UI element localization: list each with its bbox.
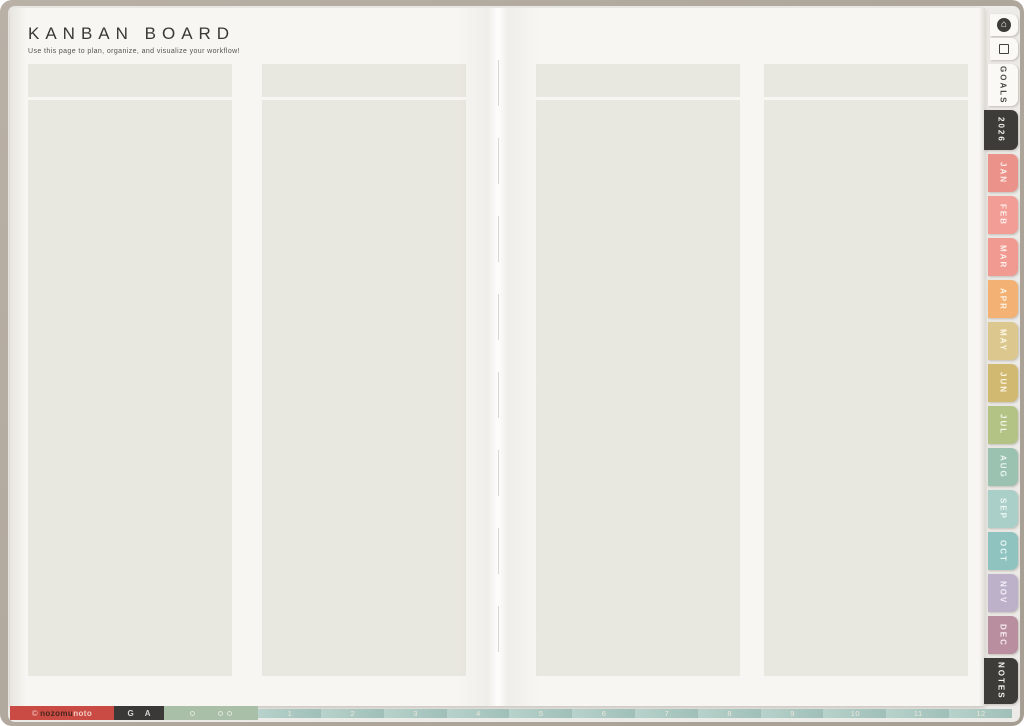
tab-aug[interactable]: AUG xyxy=(988,448,1018,486)
tab-label: NOV xyxy=(998,581,1008,605)
month-number-5[interactable]: 5 xyxy=(509,708,573,718)
tab-goals[interactable]: GOALS xyxy=(988,64,1018,106)
tab-notes[interactable]: NOTES xyxy=(984,658,1018,704)
page-spread: KANBAN BOARD Use this page to plan, orga… xyxy=(10,8,985,706)
kanban-column-3 xyxy=(536,64,740,676)
tab-rail: ⌂ GOALS 2026 JAN FEB MAR APR MAY JUN JUL AUG SEP OC… xyxy=(982,14,1018,708)
kanban-column-4 xyxy=(764,64,968,676)
home-icon: ⌂ xyxy=(997,18,1011,32)
tab-label: DEC xyxy=(998,623,1008,647)
quick-nav-dots xyxy=(164,706,258,720)
quick-nav-letters: GA xyxy=(114,706,164,720)
kanban-column-2-header xyxy=(262,64,466,97)
tab-label: SEP xyxy=(998,497,1008,520)
tab-jan[interactable]: JAN xyxy=(988,154,1018,192)
month-number-7[interactable]: 7 xyxy=(635,708,698,718)
tab-nov[interactable]: NOV xyxy=(988,574,1018,612)
tab-may[interactable]: MAY xyxy=(988,322,1018,360)
tab-2026[interactable]: 2026 xyxy=(984,110,1018,150)
page-left-edge xyxy=(10,8,26,706)
kanban-column-1-body xyxy=(28,100,232,676)
kanban-column-2 xyxy=(262,64,466,676)
tab-dec[interactable]: DEC xyxy=(988,616,1018,654)
kanban-column-4-body xyxy=(764,100,968,676)
dot-group-1[interactable] xyxy=(189,710,195,716)
month-number-2[interactable]: 2 xyxy=(320,708,384,718)
month-number-8[interactable]: 8 xyxy=(697,708,761,718)
brand-segment: © nozomu noto xyxy=(10,706,114,720)
kanban-column-2-body xyxy=(262,100,466,676)
kanban-column-3-header xyxy=(536,64,740,97)
brand-name-bold: nozomu xyxy=(40,708,74,718)
page-title: KANBAN BOARD xyxy=(28,24,236,43)
dot-icon xyxy=(189,710,195,716)
kanban-column-3-body xyxy=(536,100,740,676)
month-number-9[interactable]: 9 xyxy=(760,708,824,718)
brand-name-light: noto xyxy=(73,708,93,718)
page-view-tab[interactable] xyxy=(990,38,1018,60)
month-number-6[interactable]: 6 xyxy=(572,708,635,718)
kanban-column-1-header xyxy=(28,64,232,97)
month-number-11[interactable]: 11 xyxy=(886,708,950,718)
kanban-column-4-header xyxy=(764,64,968,97)
tab-label: JAN xyxy=(998,161,1008,184)
month-number-nav: 1 2 3 4 5 6 7 8 9 10 11 12 xyxy=(258,706,1012,720)
book-spine xyxy=(455,8,540,706)
tab-label: NOTES xyxy=(996,662,1006,700)
tab-jun[interactable]: JUN xyxy=(988,364,1018,402)
kanban-column-1 xyxy=(28,64,232,676)
tab-label: APR xyxy=(998,287,1008,311)
tab-label: FEB xyxy=(998,204,1008,226)
tab-sep[interactable]: SEP xyxy=(988,490,1018,528)
tab-label: MAY xyxy=(998,329,1008,353)
tab-feb[interactable]: FEB xyxy=(988,196,1018,234)
bottom-nav-bar: © nozomu noto GA 1 2 3 4 5 6 7 8 9 10 11 12 xyxy=(10,706,1012,720)
tab-mar[interactable]: MAR xyxy=(988,238,1018,276)
tab-label: MAR xyxy=(998,244,1008,270)
home-tab[interactable]: ⌂ xyxy=(990,14,1018,36)
month-number-4[interactable]: 4 xyxy=(446,708,510,718)
month-number-1[interactable]: 1 xyxy=(258,708,321,718)
tab-jul[interactable]: JUL xyxy=(988,406,1018,444)
planner-frame: KANBAN BOARD Use this page to plan, orga… xyxy=(0,0,1024,726)
tab-label: JUN xyxy=(998,371,1008,394)
month-number-12[interactable]: 12 xyxy=(949,708,1012,718)
month-number-10[interactable]: 10 xyxy=(823,708,887,718)
nav-letter-a[interactable]: A xyxy=(145,709,151,718)
tab-label: 2026 xyxy=(996,117,1006,143)
page-icon xyxy=(999,44,1009,54)
nav-letter-g[interactable]: G xyxy=(127,709,133,718)
page-subtitle: Use this page to plan, organize, and vis… xyxy=(28,48,240,55)
planner-app: KANBAN BOARD Use this page to plan, orga… xyxy=(8,6,1020,722)
tab-label: AUG xyxy=(998,455,1008,479)
tab-label: JUL xyxy=(998,414,1008,436)
tab-label: OCT xyxy=(998,539,1008,563)
dot-icon xyxy=(218,710,224,716)
dot-group-2[interactable] xyxy=(218,710,233,716)
page-header: KANBAN BOARD Use this page to plan, orga… xyxy=(28,24,240,55)
tab-oct[interactable]: OCT xyxy=(988,532,1018,570)
brand-copyright: © xyxy=(31,708,39,718)
tab-label: GOALS xyxy=(998,65,1008,105)
month-number-3[interactable]: 3 xyxy=(383,708,447,718)
dot-icon xyxy=(227,710,233,716)
tab-apr[interactable]: APR xyxy=(988,280,1018,318)
